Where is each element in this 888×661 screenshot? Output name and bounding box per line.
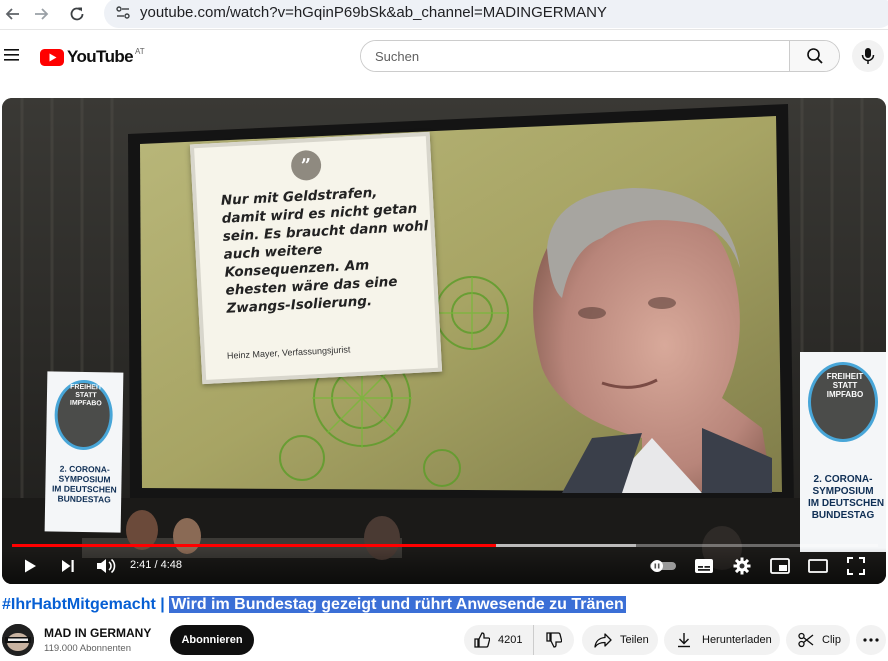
- volume-icon[interactable]: [94, 555, 118, 577]
- title-separator: |: [160, 596, 165, 613]
- download-button[interactable]: Herunterladen: [664, 625, 780, 655]
- hamburger-menu-icon[interactable]: [3, 46, 21, 64]
- subscribe-button[interactable]: Abonnieren: [170, 625, 254, 655]
- search-input[interactable]: [361, 41, 789, 71]
- youtube-header: YouTube AT: [0, 34, 888, 80]
- channel-row: MAD IN GERMANY 119.000 Abonnenten Abonni…: [0, 622, 888, 660]
- symposium-banner-left: FREIHEIT STATT IMPFABO 2. CORONA- SYMPOS…: [44, 371, 124, 533]
- player-controls: 2:41 / 4:48: [2, 548, 886, 584]
- banner-text: 2. CORONA- SYMPOSIUM IM DEUTSCHEN BUNDES…: [51, 463, 117, 505]
- miniplayer-icon[interactable]: [768, 555, 792, 577]
- time-display: 2:41 / 4:48: [130, 559, 182, 571]
- browser-toolbar: youtube.com/watch?v=hGqinP69bSk&ab_chann…: [0, 0, 888, 30]
- thumbs-down-icon: [546, 632, 562, 648]
- scissors-icon: [798, 632, 814, 648]
- logo-text: YouTube: [67, 47, 134, 66]
- voice-search-button[interactable]: [852, 40, 884, 72]
- video-frame: [2, 98, 886, 584]
- title-text: Wird im Bundestag gezeigt und rührt Anwe…: [169, 596, 626, 613]
- search-box: [360, 40, 840, 72]
- time-separator: /: [154, 559, 158, 571]
- share-icon: [594, 633, 612, 648]
- more-horizontal-icon: [863, 638, 879, 642]
- like-dislike-group: 4201: [464, 625, 574, 655]
- settings-gear-icon[interactable]: [730, 555, 754, 577]
- quote-mark-icon: ”: [290, 149, 322, 182]
- youtube-logo[interactable]: YouTube AT: [40, 47, 145, 67]
- hashtag-link[interactable]: #IhrHabtMitgemacht: [2, 596, 156, 613]
- quote-author: Heinz Mayer, Verfassungsjurist: [226, 344, 351, 361]
- next-icon[interactable]: [56, 555, 80, 577]
- thumbs-up-icon: [474, 632, 490, 648]
- progress-bar[interactable]: [12, 544, 878, 547]
- reload-icon[interactable]: [64, 1, 90, 27]
- clip-label: Clip: [822, 634, 841, 646]
- theater-mode-icon[interactable]: [806, 555, 830, 577]
- video-player[interactable]: ” Nur mit Geldstrafen, damit wird es nic…: [2, 98, 886, 584]
- like-count: 4201: [498, 634, 523, 646]
- video-title: #IhrHabtMitgemacht | Wird im Bundestag g…: [2, 596, 888, 618]
- url-text[interactable]: youtube.com/watch?v=hGqinP69bSk&ab_chann…: [140, 4, 607, 21]
- region-code: AT: [135, 46, 145, 56]
- microphone-icon: [861, 48, 875, 64]
- banner-sign-text: FREIHEIT STATT IMPFABO: [826, 372, 864, 399]
- site-settings-icon[interactable]: [114, 4, 132, 22]
- channel-avatar[interactable]: [2, 624, 34, 656]
- progress-fill: [12, 544, 497, 547]
- search-icon: [806, 48, 823, 64]
- back-arrow-icon[interactable]: [0, 1, 26, 27]
- youtube-play-logo-icon: [40, 48, 64, 66]
- banner-sign-text: FREIHEIT STATT IMPFABO: [69, 383, 103, 408]
- subtitles-icon[interactable]: [692, 555, 716, 577]
- autoplay-toggle-icon[interactable]: [648, 555, 680, 577]
- play-icon[interactable]: [18, 555, 42, 577]
- forward-arrow-icon[interactable]: [28, 1, 54, 27]
- more-actions-button[interactable]: [856, 625, 886, 655]
- duration: 4:48: [160, 559, 183, 571]
- banner-text: 2. CORONA- SYMPOSIUM IM DEUTSCHEN BUNDES…: [808, 474, 885, 521]
- like-button[interactable]: 4201: [464, 625, 534, 655]
- dislike-button[interactable]: [534, 625, 574, 655]
- share-button[interactable]: Teilen: [582, 625, 658, 655]
- search-button[interactable]: [789, 41, 839, 71]
- symposium-banner-right: FREIHEIT STATT IMPFABO 2. CORONA- SYMPOS…: [800, 352, 886, 552]
- subscriber-count: 119.000 Abonnenten: [44, 643, 131, 654]
- share-label: Teilen: [620, 634, 649, 646]
- quote-card: ” Nur mit Geldstrafen, damit wird es nic…: [189, 131, 443, 385]
- download-icon: [678, 633, 690, 648]
- fullscreen-icon[interactable]: [844, 555, 868, 577]
- current-time: 2:41: [130, 559, 152, 571]
- download-label: Herunterladen: [702, 634, 772, 646]
- channel-name[interactable]: MAD IN GERMANY: [44, 626, 151, 640]
- address-bar[interactable]: youtube.com/watch?v=hGqinP69bSk&ab_chann…: [104, 0, 888, 28]
- clip-button[interactable]: Clip: [786, 625, 850, 655]
